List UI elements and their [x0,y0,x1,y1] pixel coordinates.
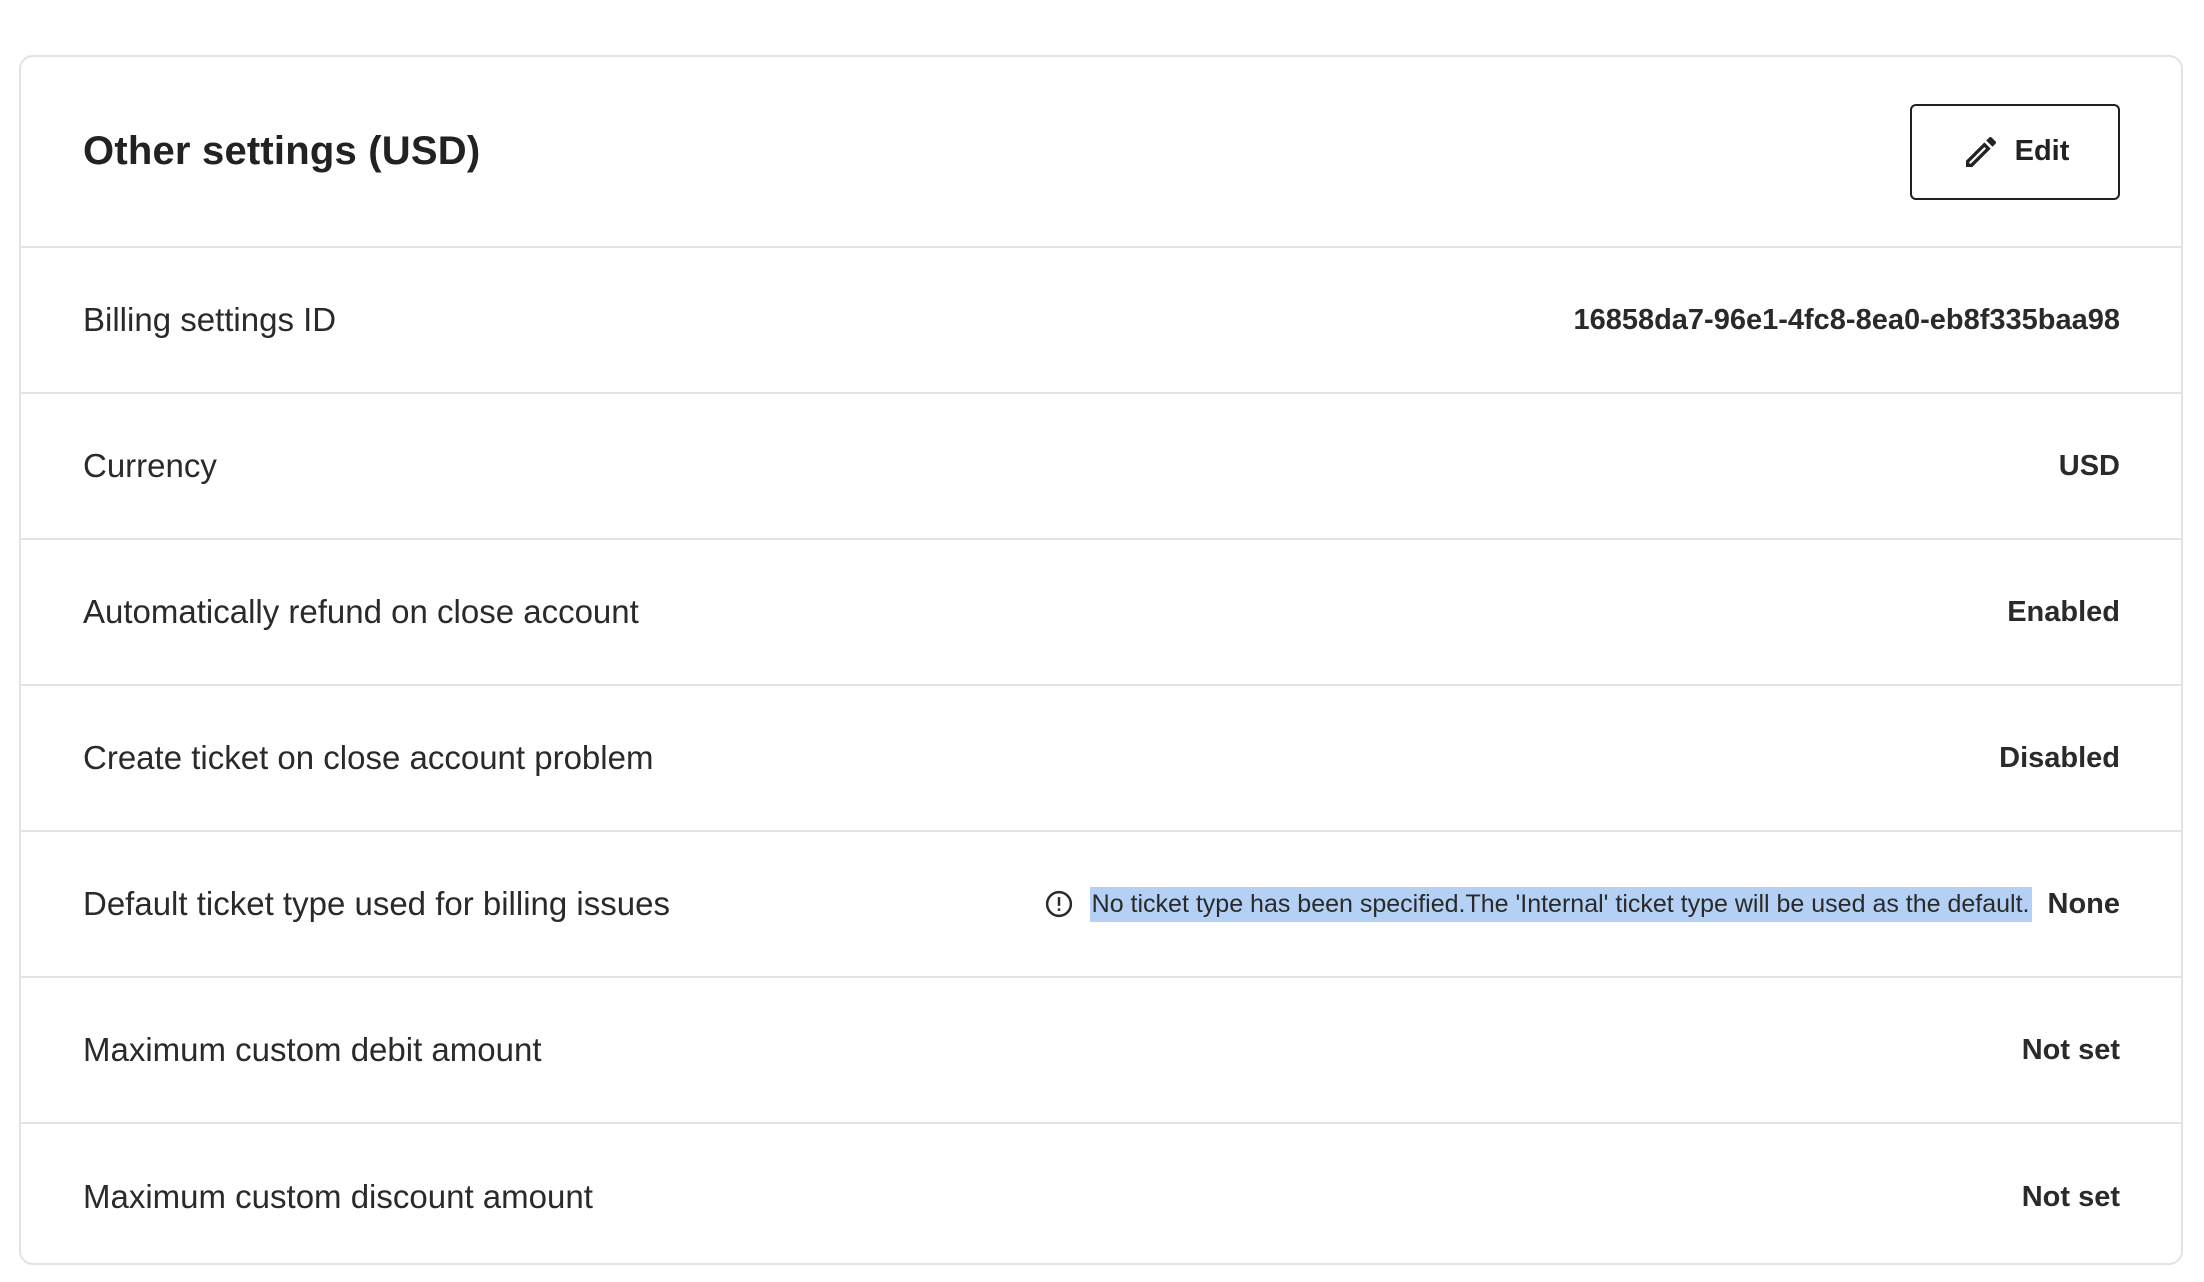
row-value: 16858da7-96e1-4fc8-8ea0-eb8f335baa98 [1573,303,2120,336]
value-group: No ticket type has been specified.The 'I… [1044,886,2121,922]
row-label: Currency [83,447,217,484]
card-title: Other settings (USD) [83,129,481,173]
row-value: Not set [2021,1180,2120,1213]
card-header: Other settings (USD) Edit [21,57,2181,248]
row-value: None [2047,887,2121,920]
row-label: Maximum custom debit amount [83,1031,542,1068]
row-label: Automatically refund on close account [83,593,639,630]
row-label: Create ticket on close account problem [83,739,654,776]
row-label: Billing settings ID [83,301,337,338]
settings-row-auto-refund: Automatically refund on close account En… [21,540,2181,686]
settings-row-max-debit: Maximum custom debit amount Not set [21,978,2181,1124]
row-value: Enabled [2007,595,2120,628]
row-value: Not set [2021,1033,2120,1066]
pencil-icon [1961,132,2001,172]
info-message: No ticket type has been specified.The 'I… [1089,886,2032,922]
edit-button-label: Edit [2014,135,2070,167]
settings-row-currency: Currency USD [21,394,2181,540]
row-label: Default ticket type used for billing iss… [83,885,670,922]
edit-button[interactable]: Edit [1910,103,2120,200]
row-value: Disabled [1999,741,2120,774]
settings-row-max-discount: Maximum custom discount amount Not set [21,1124,2181,1263]
settings-row-create-ticket: Create ticket on close account problem D… [21,686,2181,832]
info-circle-icon [1044,889,1074,919]
row-label: Maximum custom discount amount [83,1178,593,1215]
row-value: USD [2058,449,2120,482]
settings-row-billing-settings-id: Billing settings ID 16858da7-96e1-4fc8-8… [21,248,2181,394]
other-settings-card: Other settings (USD) Edit Billing settin… [19,55,2183,1265]
settings-row-default-ticket-type: Default ticket type used for billing iss… [21,832,2181,978]
